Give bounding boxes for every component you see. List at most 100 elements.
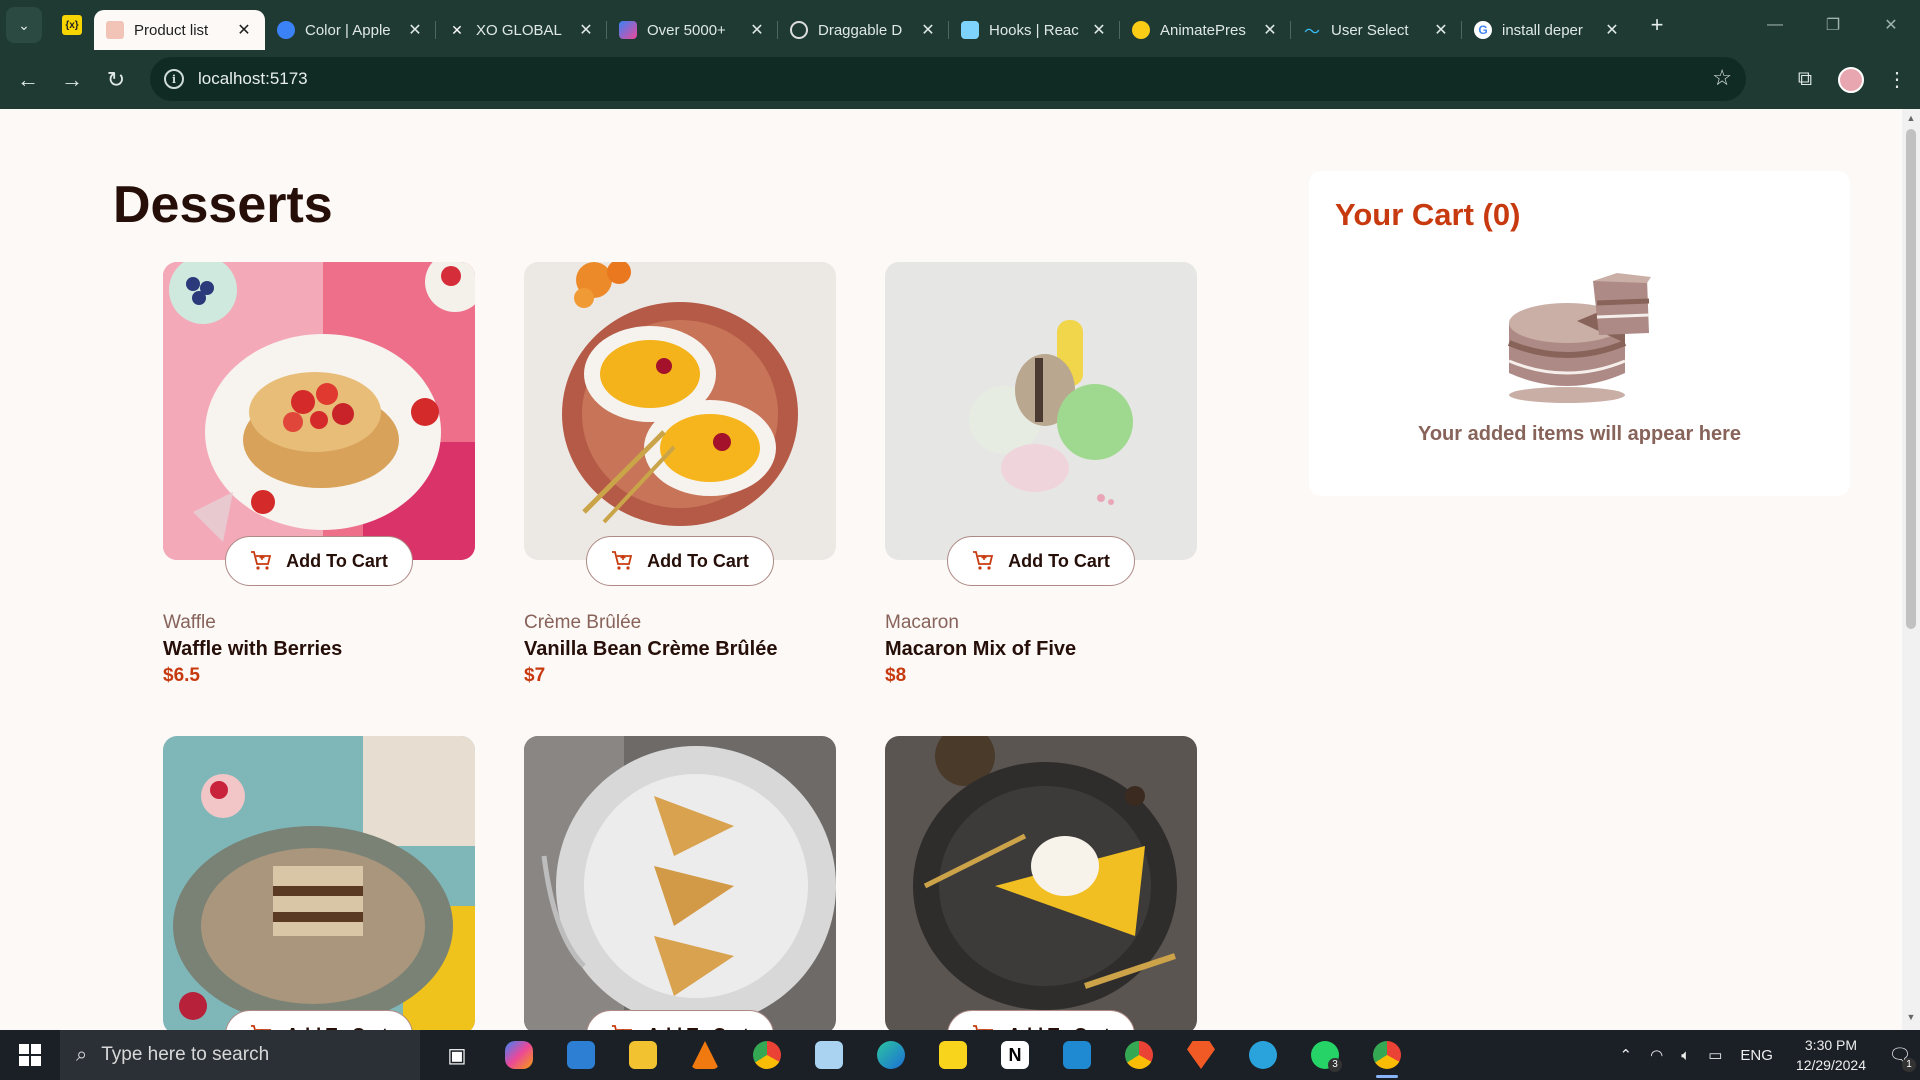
menu-button[interactable]: ⋮ [1874, 58, 1920, 102]
add-to-cart-label: Add To Cart [286, 550, 388, 571]
system-tray: ⌃ ◠ 🔈︎ ▭ ENG 3:30 PM 12/29/2024 🗨︎ 1 [1611, 1030, 1920, 1080]
calculator-app[interactable] [550, 1030, 612, 1080]
tab-color-apple[interactable]: Color | Apple ✕ [265, 10, 436, 50]
scrollbar-thumb[interactable] [1906, 129, 1916, 629]
notion-app[interactable]: N [984, 1030, 1046, 1080]
close-icon[interactable]: ✕ [235, 20, 253, 40]
add-to-cart-button[interactable]: Add To Cart [947, 536, 1135, 586]
edge-app[interactable] [860, 1030, 922, 1080]
tab-title: Draggable D [818, 21, 903, 39]
product-price: $7 [524, 665, 546, 686]
close-icon[interactable]: ✕ [1090, 20, 1108, 40]
sticky-note-icon [939, 1041, 967, 1069]
product-image-creme-brulee [524, 262, 836, 560]
volume-icon[interactable]: 🔈︎ [1681, 1047, 1690, 1064]
taskbar-apps: ▣ N 3 [426, 1030, 1418, 1080]
page-scrollbar[interactable]: ▲ ▼ [1902, 109, 1920, 1030]
chrome-icon [753, 1041, 781, 1069]
copilot-app[interactable] [488, 1030, 550, 1080]
close-icon[interactable]: ✕ [748, 20, 766, 40]
vlc-app[interactable] [674, 1030, 736, 1080]
add-to-cart-button[interactable]: Add To Cart [225, 1010, 413, 1030]
page-viewport: Desserts Add To Cart Waffle Waffle with … [0, 109, 1902, 1030]
close-window-button[interactable]: ✕ [1862, 0, 1920, 50]
tab-over-5000[interactable]: Over 5000+ ✕ [607, 10, 778, 50]
chrome-profile-app[interactable] [1108, 1030, 1170, 1080]
arrow-left-icon: ← [17, 66, 39, 92]
language-indicator[interactable]: ENG [1740, 1047, 1773, 1064]
add-to-cart-button[interactable]: Add To Cart [586, 536, 774, 586]
pinned-tab-icon: {x} [62, 15, 82, 35]
chevron-up-icon[interactable]: ⌃ [1620, 1046, 1633, 1064]
tab-product-list[interactable]: Product list ✕ [94, 10, 265, 50]
minimize-button[interactable]: — [1746, 0, 1804, 50]
site-info-icon[interactable]: i [164, 69, 184, 89]
chrome-active-app[interactable] [1356, 1030, 1418, 1080]
vlc-cone-icon [691, 1041, 719, 1069]
copilot-icon [505, 1041, 533, 1069]
file-explorer-app[interactable] [612, 1030, 674, 1080]
battery-icon[interactable]: ▭ [1708, 1046, 1722, 1064]
forward-button[interactable]: → [50, 58, 94, 102]
clock[interactable]: 3:30 PM 12/29/2024 [1796, 1035, 1866, 1075]
brave-app[interactable] [1170, 1030, 1232, 1080]
start-button[interactable] [0, 1030, 60, 1080]
product-price: $6.5 [163, 665, 200, 686]
add-to-cart-button[interactable]: Add To Cart [947, 1010, 1135, 1030]
app-icon [815, 1041, 843, 1069]
reload-button[interactable]: ↻ [94, 58, 138, 102]
tab-search-button[interactable]: ⌄ [6, 7, 42, 43]
notification-button[interactable]: 🗨︎ 1 [1880, 1030, 1920, 1080]
sticky-notes-app[interactable] [922, 1030, 984, 1080]
framer-favicon-icon [1132, 21, 1150, 39]
tab-title: XO GLOBAL [476, 21, 562, 39]
app-icon [567, 1041, 595, 1069]
cart-plus-icon [972, 550, 994, 572]
tab-title: AnimatePres [1160, 21, 1246, 39]
avatar [1838, 66, 1864, 93]
telegram-app[interactable] [1232, 1030, 1294, 1080]
wifi-icon[interactable]: ◠ [1650, 1046, 1663, 1064]
close-icon[interactable]: ✕ [577, 20, 595, 40]
profile-button[interactable] [1828, 58, 1874, 102]
task-view-button[interactable]: ▣ [426, 1030, 488, 1080]
empty-cart-cake-illustration [1497, 273, 1657, 410]
restore-button[interactable]: ❐ [1804, 0, 1862, 50]
tab-animatepresence[interactable]: AnimatePres ✕ [1120, 10, 1291, 50]
tab-title: User Select [1331, 21, 1409, 39]
edge-icon [877, 1041, 905, 1069]
pinned-tab[interactable]: {x} [50, 7, 94, 43]
chrome-app[interactable] [736, 1030, 798, 1080]
close-icon[interactable]: ✕ [1603, 20, 1621, 40]
chevron-down-icon: ⌄ [18, 16, 30, 33]
scroll-up-arrow-icon[interactable]: ▲ [1902, 113, 1920, 127]
taskbar-search-box[interactable]: ⌕ Type here to search [60, 1030, 420, 1080]
close-icon[interactable]: ✕ [1261, 20, 1279, 40]
close-icon[interactable]: ✕ [1432, 20, 1450, 40]
task-view-icon: ▣ [447, 1044, 467, 1067]
notes-app[interactable] [798, 1030, 860, 1080]
tab-draggable[interactable]: Draggable D ✕ [778, 10, 949, 50]
url-text[interactable]: localhost:5173 [198, 69, 308, 89]
vscode-app[interactable] [1046, 1030, 1108, 1080]
tab-user-select[interactable]: 〜 User Select ✕ [1291, 10, 1462, 50]
product-image-waffle [163, 262, 475, 560]
close-icon[interactable]: ✕ [406, 20, 424, 40]
close-icon[interactable]: ✕ [919, 20, 937, 40]
new-tab-button[interactable]: + [1639, 7, 1675, 43]
tab-title: Over 5000+ [647, 21, 726, 39]
address-bar[interactable]: i localhost:5173 ☆ [150, 57, 1746, 101]
add-to-cart-label: Add To Cart [647, 550, 749, 571]
whatsapp-app[interactable]: 3 [1294, 1030, 1356, 1080]
back-button[interactable]: ← [6, 58, 50, 102]
tab-hooks-react[interactable]: Hooks | Reac ✕ [949, 10, 1120, 50]
scroll-down-arrow-icon[interactable]: ▼ [1902, 1012, 1920, 1026]
tab-install-dependencies[interactable]: G install deper ✕ [1462, 10, 1633, 50]
bookmark-star-icon[interactable]: ☆ [1712, 65, 1732, 91]
tab-xo-global[interactable]: ✕ XO GLOBAL ✕ [436, 10, 607, 50]
add-to-cart-button[interactable]: Add To Cart [586, 1010, 774, 1030]
cart-title: Your Cart (0) [1335, 197, 1521, 232]
extensions-button[interactable]: ⧉ [1782, 58, 1828, 102]
add-to-cart-button[interactable]: Add To Cart [225, 536, 413, 586]
search-icon: ⌕ [76, 1043, 88, 1066]
